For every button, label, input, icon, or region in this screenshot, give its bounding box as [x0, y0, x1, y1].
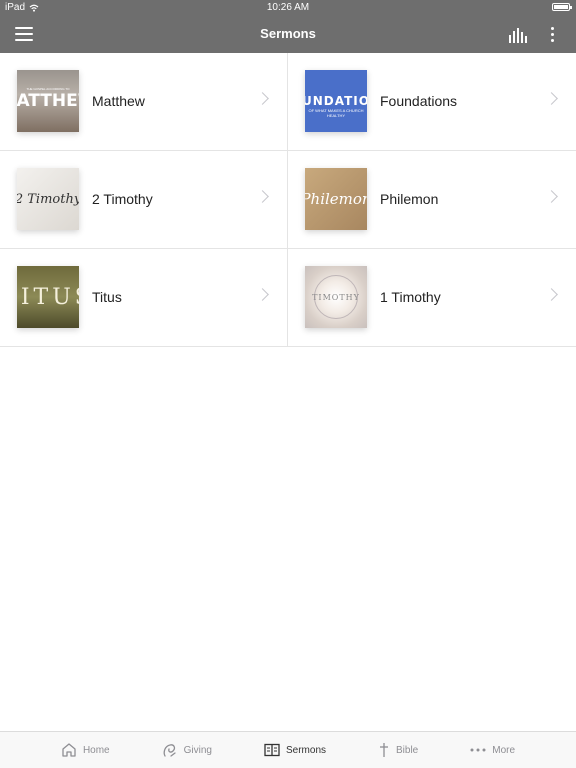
tab-bar: Home Giving Sermons Bible More [0, 731, 576, 768]
series-artwork: TIMOTHY [305, 266, 367, 328]
series-title: 2 Timothy [92, 191, 153, 207]
series-item-titus[interactable]: TITUS Titus [0, 249, 288, 346]
series-title: Philemon [380, 191, 439, 207]
tab-giving[interactable]: Giving [136, 732, 238, 768]
navigation-bar: Sermons [0, 16, 576, 53]
giving-icon [163, 744, 176, 757]
series-item-foundations[interactable]: UNDATIO OF WHAT MAKES A CHURCH HEALTHY F… [288, 53, 576, 150]
tab-more[interactable]: More [444, 732, 541, 768]
status-time: 10:26 AM [266, 2, 310, 13]
tab-sermons[interactable]: Sermons [238, 732, 352, 768]
cross-icon [380, 743, 388, 757]
series-item-1-timothy[interactable]: TIMOTHY 1 Timothy [288, 249, 576, 346]
grid-row: THE GOSPEL ACCORDING TO MATTHEW Matthew … [0, 53, 576, 151]
series-item-2-timothy[interactable]: 2 Timothy 2 Timothy [0, 151, 288, 248]
chevron-right-icon [545, 288, 558, 301]
tab-home[interactable]: Home [35, 732, 136, 768]
artwork-title: Philemon [305, 190, 367, 208]
tab-bible[interactable]: Bible [352, 732, 444, 768]
grid-row: 2 Timothy 2 Timothy Philemon Philemon [0, 151, 576, 249]
artwork-title: TITUS [17, 284, 79, 310]
series-artwork: 2 Timothy [17, 168, 79, 230]
artwork-subtitle: OF WHAT MAKES A CHURCH HEALTHY [308, 108, 364, 118]
home-icon [62, 743, 76, 757]
artwork-subtitle: THE GOSPEL ACCORDING TO [26, 87, 70, 91]
series-artwork: THE GOSPEL ACCORDING TO MATTHEW [17, 70, 79, 132]
tab-label: Sermons [285, 744, 326, 756]
artwork-title: 2 Timothy [17, 191, 79, 207]
book-icon [264, 743, 280, 757]
series-title: Matthew [92, 93, 145, 109]
series-item-philemon[interactable]: Philemon Philemon [288, 151, 576, 248]
chevron-right-icon [545, 190, 558, 203]
artwork-ring [314, 275, 358, 319]
battery-icon [552, 3, 572, 11]
chevron-right-icon [256, 288, 269, 301]
series-artwork: TITUS [17, 266, 79, 328]
chevron-right-icon [545, 92, 558, 105]
grid-row: TITUS Titus TIMOTHY 1 Timothy [0, 249, 576, 347]
more-icon [470, 748, 486, 752]
tab-label: Home [82, 744, 110, 756]
chevron-right-icon [256, 190, 269, 203]
page-title: Sermons [260, 26, 316, 41]
audio-levels-icon[interactable] [509, 27, 527, 43]
tab-label: Bible [396, 744, 419, 756]
series-artwork: UNDATIO OF WHAT MAKES A CHURCH HEALTHY [305, 70, 367, 132]
series-artwork: Philemon [305, 168, 367, 230]
status-bar: iPad 10:26 AM [0, 0, 576, 16]
artwork-title: UNDATIO [305, 94, 367, 108]
series-title: Foundations [380, 93, 458, 109]
series-item-matthew[interactable]: THE GOSPEL ACCORDING TO MATTHEW Matthew [0, 53, 288, 150]
tab-label: More [492, 744, 516, 756]
artwork-title: MATTHEW [17, 91, 79, 111]
chevron-right-icon [256, 92, 269, 105]
series-title: 1 Timothy [380, 289, 441, 305]
series-title: Titus [92, 289, 122, 305]
sermon-series-grid: THE GOSPEL ACCORDING TO MATTHEW Matthew … [0, 53, 576, 347]
tab-label: Giving [183, 744, 212, 756]
more-options-icon[interactable] [548, 26, 556, 44]
